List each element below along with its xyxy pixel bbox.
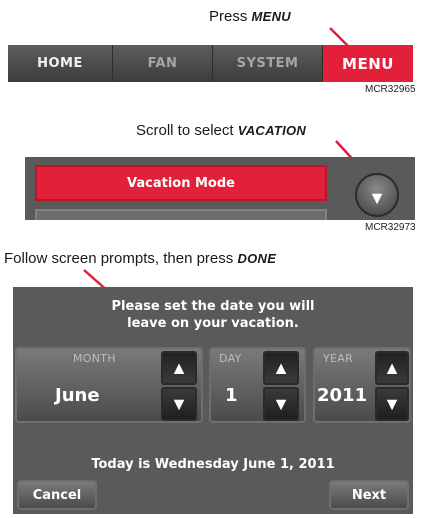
down-arrow-icon: ▼ (170, 393, 188, 414)
today-date-text: Today is Wednesday June 1, 2011 (91, 457, 335, 472)
year-up-button[interactable]: ▲ (375, 351, 409, 385)
cancel-button[interactable]: Cancel (17, 480, 97, 510)
down-arrow-icon: ▼ (272, 393, 290, 414)
day-value: 1 (225, 385, 238, 406)
year-down-button[interactable]: ▼ (375, 387, 409, 421)
up-arrow-icon: ▲ (383, 357, 401, 378)
month-down-button[interactable]: ▼ (161, 387, 197, 421)
month-value: June (55, 385, 100, 406)
up-arrow-icon: ▲ (272, 357, 290, 378)
up-arrow-icon: ▲ (170, 357, 188, 378)
date-prompt: Please set the date you will leave on yo… (13, 298, 413, 332)
date-prompt-line1: Please set the date you will (111, 299, 315, 314)
day-down-button[interactable]: ▼ (263, 387, 299, 421)
down-arrow-icon: ▼ (383, 393, 401, 414)
next-button[interactable]: Next (329, 480, 409, 510)
vacation-date-panel: Please set the date you will leave on yo… (13, 287, 413, 514)
year-value: 2011 (317, 385, 368, 406)
date-prompt-line2: leave on your vacation. (127, 316, 299, 331)
day-up-button[interactable]: ▲ (263, 351, 299, 385)
month-up-button[interactable]: ▲ (161, 351, 197, 385)
